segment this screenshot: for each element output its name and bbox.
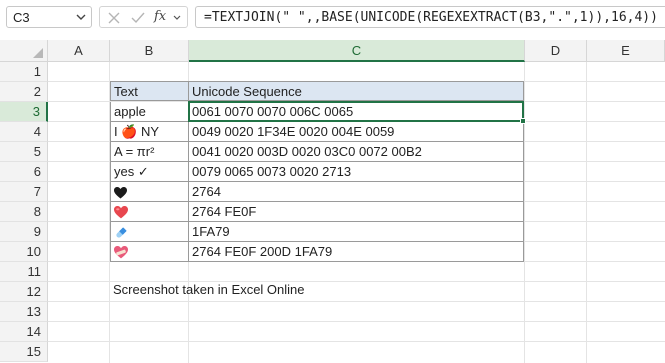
table-header-text[interactable]: Text xyxy=(110,81,189,101)
insert-function-icon[interactable]: fx xyxy=(154,9,174,25)
name-box-value: C3 xyxy=(13,10,30,25)
screenshot-note: Screenshot taken in Excel Online xyxy=(113,282,305,297)
select-all-corner[interactable] xyxy=(0,40,48,62)
row-header-14[interactable]: 14 xyxy=(0,322,48,342)
column-header-c[interactable]: C xyxy=(189,40,525,62)
chevron-down-icon[interactable] xyxy=(172,10,182,26)
chevron-down-icon xyxy=(76,14,86,20)
row-header-2[interactable]: 2 xyxy=(0,82,48,102)
confirm-icon[interactable] xyxy=(130,10,146,26)
row-header-11[interactable]: 11 xyxy=(0,262,48,282)
table-cell-sequence[interactable]: 2764 FE0F xyxy=(189,202,524,222)
table-cell-sequence[interactable]: 0049 0020 1F34E 0020 004E 0059 xyxy=(189,122,524,142)
row-header-9[interactable]: 9 xyxy=(0,222,48,242)
row-header-7[interactable]: 7 xyxy=(0,182,48,202)
table-cell-text[interactable] xyxy=(110,182,189,202)
black-heart-icon xyxy=(114,186,127,199)
name-box[interactable]: C3 xyxy=(6,6,92,28)
table-header-sequence[interactable]: Unicode Sequence xyxy=(189,81,524,101)
row-header-3[interactable]: 3 xyxy=(0,102,48,122)
table-cell-text[interactable]: apple xyxy=(110,102,189,122)
row-header-1[interactable]: 1 xyxy=(0,62,48,82)
table-cell-text[interactable]: yes ✓ xyxy=(110,162,189,182)
row-header-6[interactable]: 6 xyxy=(0,162,48,182)
formula-bar-area: C3 fx =TEXTJOIN(" ",,BASE(UNICODE(REGEXE… xyxy=(0,0,665,34)
row-header-10[interactable]: 10 xyxy=(0,242,48,262)
table-cell-sequence[interactable]: 1FA79 xyxy=(189,222,524,242)
column-header-e[interactable]: E xyxy=(587,40,665,62)
row-header-4[interactable]: 4 xyxy=(0,122,48,142)
table-cell-sequence[interactable]: 2764 FE0F 200D 1FA79 xyxy=(189,242,524,262)
table-cell-text[interactable]: A = πr² xyxy=(110,142,189,162)
active-cell-selection xyxy=(188,101,524,122)
table-cell-text[interactable] xyxy=(110,222,189,242)
table-cell-text[interactable]: I 🍎 NY xyxy=(110,122,189,142)
fill-handle[interactable] xyxy=(520,118,526,124)
formula-input[interactable]: =TEXTJOIN(" ",,BASE(UNICODE(REGEXEXTRACT… xyxy=(195,6,665,28)
table-cell-sequence[interactable]: 2764 xyxy=(189,182,524,202)
column-header-a[interactable]: A xyxy=(48,40,110,62)
cancel-icon[interactable] xyxy=(106,10,122,26)
column-header-b[interactable]: B xyxy=(110,40,189,62)
column-header-d[interactable]: D xyxy=(525,40,587,62)
mending-heart-icon xyxy=(114,246,128,259)
red-heart-icon xyxy=(114,206,128,219)
table-cell-sequence[interactable]: 0041 0020 003D 0020 03C0 0072 00B2 xyxy=(189,142,524,162)
formula-actions: fx xyxy=(99,6,188,28)
table-cell-text[interactable] xyxy=(110,202,189,222)
table-cell-sequence[interactable]: 0079 0065 0073 0020 2713 xyxy=(189,162,524,182)
row-header-5[interactable]: 5 xyxy=(0,142,48,162)
row-header-13[interactable]: 13 xyxy=(0,302,48,322)
row-header-12[interactable]: 12 xyxy=(0,282,48,302)
formula-text: =TEXTJOIN(" ",,BASE(UNICODE(REGEXEXTRACT… xyxy=(204,10,658,25)
row-header-15[interactable]: 15 xyxy=(0,342,48,362)
pill-icon xyxy=(116,226,127,238)
row-header-8[interactable]: 8 xyxy=(0,202,48,222)
table-cell-text[interactable] xyxy=(110,242,189,262)
